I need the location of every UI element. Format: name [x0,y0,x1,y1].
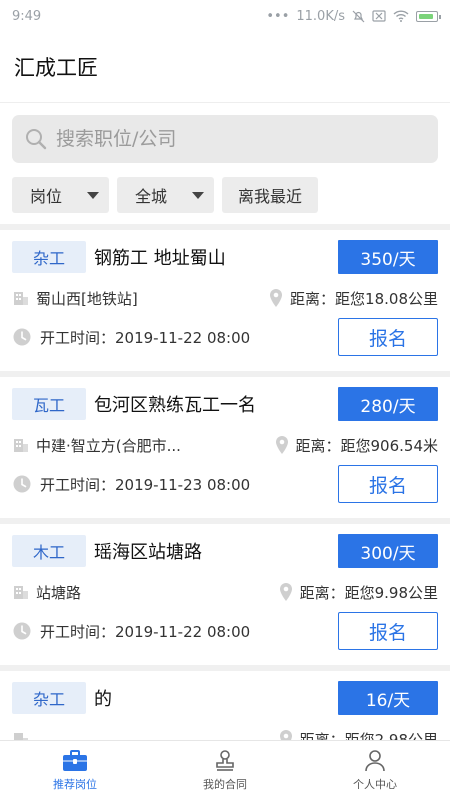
city-filter[interactable]: 全城 [117,177,214,213]
job-price-badge: 280/天 [338,387,438,421]
job-category-tag: 瓦工 [12,388,86,420]
person-icon [365,750,385,772]
job-title: 钢筋工 地址蜀山 [94,248,226,269]
job-card[interactable]: 杂工 钢筋工 地址蜀山 350/天 蜀山西[地铁站] 距离：距您18.08公里 … [0,230,450,371]
tab-my-contracts[interactable]: 我的合同 [150,741,300,800]
position-filter-label: 岗位 [30,187,63,206]
location-pin-icon [279,730,292,740]
job-location: 蜀山西[地铁站] [36,289,138,308]
building-icon [14,586,28,599]
stamp-icon [216,750,234,771]
job-title: 包河区熟练瓦工一名 [94,395,256,416]
job-price-badge: 16/天 [338,681,438,715]
tab-profile[interactable]: 个人中心 [300,741,450,800]
app-header: 汇成工匠 [0,32,450,102]
job-distance: 距离：距您906.54米 [295,436,439,455]
building-icon [14,439,28,452]
search-bar[interactable] [12,115,438,163]
job-location: 站塘路 [36,583,82,602]
job-price-badge: 350/天 [338,240,438,274]
building-icon [14,292,28,305]
tab-profile-label: 个人中心 [353,778,397,791]
mute-bell-icon [352,10,365,22]
job-distance: 距离：距您2.98公里 [299,730,438,741]
signup-button[interactable]: 报名 [338,465,438,503]
filter-bar: 岗位 全城 离我最近 [0,163,450,225]
job-distance: 距离：距您18.08公里 [290,289,438,308]
status-icons: ••• 11.0K/s [266,8,441,24]
building-icon [14,733,28,740]
position-filter[interactable]: 岗位 [12,177,109,213]
job-start-time: 开工时间：2019-11-22 08:00 [40,622,251,641]
job-location: 中建·智立方(合肥市... [36,436,181,455]
job-category-tag: 杂工 [12,682,86,714]
tab-recommended-jobs-label: 推荐岗位 [53,778,97,791]
battery-icon [416,10,441,22]
job-price-badge: 300/天 [338,534,438,568]
city-filter-label: 全城 [135,187,168,206]
tab-my-contracts-label: 我的合同 [203,778,247,791]
clock-icon [13,328,31,346]
job-distance: 距离：距您9.98公里 [299,583,438,602]
page-title: 汇成工匠 [14,56,98,80]
location-pin-icon [270,289,283,307]
dropdown-arrow-icon [87,191,99,199]
location-pin-icon [279,583,292,601]
search-area [0,103,450,163]
job-card[interactable]: 杂工 的 16/天 距离：距您2.98公里 [0,671,450,740]
search-input[interactable] [56,128,438,150]
job-card[interactable]: 木工 瑶海区站塘路 300/天 站塘路 距离：距您9.98公里 开工时间：201… [0,524,450,665]
network-speed: 11.0K/s [296,8,345,24]
more-dots-icon: ••• [266,8,290,24]
location-pin-icon [275,436,288,454]
clock: 9:49 [12,8,42,24]
job-start-time: 开工时间：2019-11-23 08:00 [40,475,251,494]
sim-off-icon [372,10,386,22]
job-category-tag: 杂工 [12,241,86,273]
signup-button[interactable]: 报名 [338,612,438,650]
job-title: 的 [94,689,112,710]
bottom-tab-bar: 推荐岗位 我的合同 个人中心 [0,740,450,800]
job-category-tag: 木工 [12,535,86,567]
signup-button[interactable]: 报名 [338,318,438,356]
job-list[interactable]: 杂工 钢筋工 地址蜀山 350/天 蜀山西[地铁站] 距离：距您18.08公里 … [0,224,450,740]
clock-icon [13,475,31,493]
tab-recommended-jobs[interactable]: 推荐岗位 [0,741,150,800]
clock-icon [13,622,31,640]
job-card[interactable]: 瓦工 包河区熟练瓦工一名 280/天 中建·智立方(合肥市... 距离：距您90… [0,377,450,518]
briefcase-icon [63,750,87,771]
job-title: 瑶海区站塘路 [94,542,202,563]
wifi-icon [393,10,409,22]
dropdown-arrow-icon [192,191,204,199]
search-icon [26,129,47,150]
job-start-time: 开工时间：2019-11-22 08:00 [40,328,251,347]
nearest-filter[interactable]: 离我最近 [222,177,318,213]
status-bar: 9:49 ••• 11.0K/s [0,0,450,32]
nearest-filter-label: 离我最近 [237,187,302,206]
